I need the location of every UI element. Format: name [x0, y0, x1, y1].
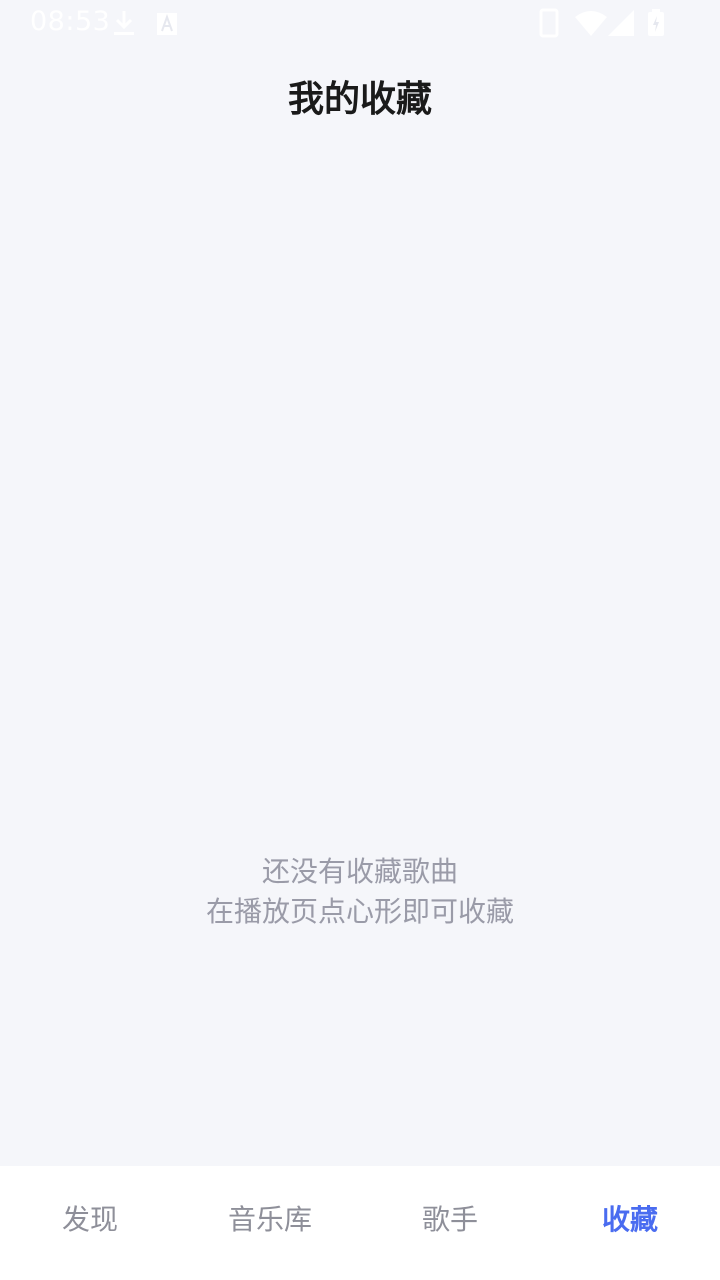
page-title: 我的收藏: [287, 79, 432, 120]
signal-icon: [608, 10, 634, 36]
status-bar: 08:53: [0, 0, 720, 48]
a-notification-icon: [157, 13, 177, 35]
battery-icon: [648, 9, 664, 36]
empty-state-hint: 在播放页点心形即可收藏: [205, 895, 514, 928]
tab-singers[interactable]: 歌手: [360, 1166, 540, 1276]
wifi-icon: [575, 11, 607, 36]
phone-icon: [539, 8, 559, 38]
empty-state-title: 还没有收藏歌曲: [261, 855, 458, 888]
tab-music-library[interactable]: 音乐库: [180, 1166, 360, 1276]
download-icon: [114, 11, 134, 35]
status-time: 08:53: [30, 6, 111, 37]
tab-discover[interactable]: 发现: [0, 1166, 180, 1276]
tab-favorites[interactable]: 收藏: [540, 1166, 720, 1276]
empty-state: 还没有收藏歌曲 在播放页点心形即可收藏: [0, 852, 720, 932]
title-bar: 我的收藏: [0, 70, 720, 134]
bottom-nav: 发现 音乐库 歌手 收藏: [0, 1166, 720, 1280]
